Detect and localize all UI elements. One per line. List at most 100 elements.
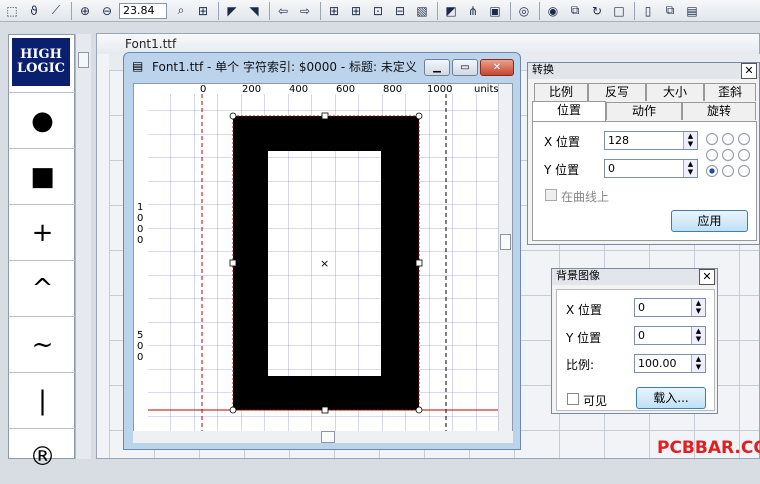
logo-line1: HIGH bbox=[20, 47, 62, 62]
canvas-vscroll[interactable] bbox=[498, 84, 512, 442]
apply-button[interactable]: 应用 bbox=[671, 210, 748, 232]
forward-arrow-icon[interactable]: ⇨ bbox=[295, 2, 315, 20]
select-rect-icon[interactable]: ⬚ bbox=[2, 2, 22, 20]
anchor-radio[interactable] bbox=[706, 149, 718, 161]
ruler-label: units bbox=[474, 84, 499, 95]
tab-position[interactable]: 位置 bbox=[532, 101, 606, 122]
refresh-icon[interactable]: ↻ bbox=[587, 2, 607, 20]
visible-label: 可见 bbox=[583, 394, 608, 408]
ruler-label: 0 bbox=[137, 341, 143, 352]
zoom-input[interactable]: 23.84 bbox=[119, 2, 167, 19]
target-icon[interactable]: ◉ bbox=[543, 2, 563, 20]
cross-tool[interactable]: + bbox=[9, 204, 76, 260]
toolbar-separator bbox=[437, 1, 438, 20]
transform-title: 转换 bbox=[528, 63, 759, 79]
canvas-hscroll[interactable] bbox=[133, 431, 513, 443]
background-close-button[interactable]: ✕ bbox=[699, 269, 715, 285]
bg-scale-spinner[interactable]: ▲ ▼ bbox=[691, 355, 705, 372]
ruler-vertical bbox=[134, 84, 148, 442]
blank-icon[interactable]: □ bbox=[609, 2, 629, 20]
guides-icon[interactable]: ⊡ bbox=[368, 2, 388, 20]
anchor-radio[interactable] bbox=[722, 149, 734, 161]
page-copy-icon[interactable]: ⧉ bbox=[660, 2, 680, 20]
globe-icon[interactable]: ◎ bbox=[514, 2, 534, 20]
grid-red-icon[interactable]: ⊞ bbox=[346, 2, 366, 20]
fit-icon[interactable]: ⊞ bbox=[193, 2, 213, 20]
load-button[interactable]: 载入... bbox=[636, 387, 706, 409]
lasso-icon[interactable]: ϑ bbox=[24, 2, 44, 20]
connect-icon[interactable]: ⋔ bbox=[463, 2, 483, 20]
bg-x-spinner[interactable]: ▲ ▼ bbox=[691, 299, 705, 316]
tab-motion[interactable]: 动作 bbox=[606, 102, 682, 120]
glyph-editor-window: ▤ Font1.ttf - 单个 字符索引: $0000 - 标题: 未定义 ▁… bbox=[123, 52, 521, 450]
close-button[interactable]: ✕ bbox=[480, 59, 514, 76]
on-curve-checkbox[interactable] bbox=[545, 189, 557, 201]
scroll-thumb[interactable] bbox=[321, 431, 335, 443]
registered-tool[interactable]: ® bbox=[9, 428, 76, 484]
anchor-radio[interactable] bbox=[722, 133, 734, 145]
tab-skew[interactable]: 歪斜 bbox=[704, 83, 756, 101]
metrics-icon[interactable]: ⊟ bbox=[390, 2, 410, 20]
copy-icon[interactable]: ⧉ bbox=[565, 2, 585, 20]
nodes-icon[interactable]: ◩ bbox=[441, 2, 461, 20]
background-image-dialog: 背景图像 ✕ X 位置 0 ▲ ▼ Y 位置 0 ▲ ▼ 比例: 100.00 ▲ ▼… bbox=[551, 268, 718, 414]
glyph-canvas[interactable]: 0 200 400 600 800 1000 units 1 0 0 0 5 0… bbox=[133, 83, 513, 443]
anchor-radio[interactable] bbox=[706, 133, 718, 145]
toolbar-separator bbox=[539, 1, 540, 20]
caret-tool[interactable]: ^ bbox=[9, 260, 76, 316]
transform-close-button[interactable]: ✕ bbox=[741, 63, 757, 79]
anchor-radio[interactable] bbox=[738, 165, 750, 177]
maximize-button[interactable]: ▭ bbox=[452, 59, 478, 76]
page-icon[interactable]: ▯ bbox=[638, 2, 658, 20]
visible-checkbox[interactable] bbox=[567, 393, 579, 405]
rectangle-tool[interactable]: ■ bbox=[9, 148, 76, 204]
main-toolbar: ⬚ ϑ ⟋ ⊕ ⊖ 23.84 ⌕ ⊞ ◤ ◥ ⇦ ⇨ ⊞ ⊞ ⊡ ⊟ ▧ ◩ … bbox=[0, 0, 760, 22]
hint-icon[interactable]: ▧ bbox=[412, 2, 432, 20]
bg-x-label: X 位置 bbox=[566, 303, 603, 317]
page-edit-icon[interactable]: ▤ bbox=[682, 2, 702, 20]
measure-icon[interactable]: ⟋ bbox=[46, 2, 66, 20]
ruler-label: 0 bbox=[200, 84, 206, 95]
center-mark-icon: × bbox=[320, 257, 329, 270]
toolbar-separator bbox=[71, 1, 72, 20]
back-arrow-icon[interactable]: ⇦ bbox=[273, 2, 293, 20]
minimize-button[interactable]: ▁ bbox=[424, 59, 450, 76]
tab-size[interactable]: 大小 bbox=[646, 83, 704, 101]
ruler-label: 400 bbox=[289, 84, 308, 95]
node-pointer-icon[interactable]: ◥ bbox=[244, 2, 264, 20]
background-title: 背景图像 bbox=[552, 269, 717, 285]
tab-scale[interactable]: 比例 bbox=[534, 83, 588, 101]
ruler-label: 1 bbox=[137, 202, 143, 213]
zoom-out-icon[interactable]: ⊖ bbox=[97, 2, 117, 20]
tab-rotate[interactable]: 旋转 bbox=[682, 102, 756, 120]
toolbar-separator bbox=[510, 1, 511, 20]
tilde-tool[interactable]: ~ bbox=[9, 316, 76, 372]
ellipse-tool[interactable]: ● bbox=[9, 92, 76, 148]
bar-tool[interactable]: | bbox=[9, 372, 76, 428]
anchor-radio[interactable] bbox=[738, 149, 750, 161]
toolbar-separator bbox=[269, 1, 270, 20]
toolbar-separator bbox=[634, 1, 635, 20]
bg-scale-label: 比例: bbox=[566, 358, 595, 372]
scroll-thumb[interactable] bbox=[500, 234, 511, 250]
zoom-in-icon[interactable]: ⊕ bbox=[75, 2, 95, 20]
anchor-radio-selected[interactable] bbox=[706, 165, 718, 177]
pointer-icon[interactable]: ◤ bbox=[222, 2, 242, 20]
x-spinner[interactable]: ▲ ▼ bbox=[683, 132, 697, 149]
y-spinner[interactable]: ▲ ▼ bbox=[683, 160, 697, 177]
scroll-thumb[interactable] bbox=[78, 52, 89, 68]
square-node-icon[interactable]: ▣ bbox=[485, 2, 505, 20]
tab-mirror[interactable]: 反写 bbox=[588, 83, 646, 101]
anchor-radio[interactable] bbox=[738, 133, 750, 145]
ruler-label: 200 bbox=[242, 84, 261, 95]
font-overview-title: Font1.ttf bbox=[97, 34, 759, 54]
bg-y-spinner[interactable]: ▲ ▼ bbox=[691, 327, 705, 344]
grid-icon[interactable]: ⊞ bbox=[324, 2, 344, 20]
ruler-label: 0 bbox=[137, 224, 143, 235]
ruler-label: 800 bbox=[383, 84, 402, 95]
glyph-canvas-svg: 0 200 400 600 800 1000 units 1 0 0 0 5 0… bbox=[134, 84, 512, 442]
palette-scrollbar[interactable] bbox=[75, 34, 91, 459]
logo-line2: LOGIC bbox=[17, 61, 65, 76]
zoom-search-icon[interactable]: ⌕ bbox=[171, 2, 191, 20]
anchor-radio[interactable] bbox=[722, 165, 734, 177]
